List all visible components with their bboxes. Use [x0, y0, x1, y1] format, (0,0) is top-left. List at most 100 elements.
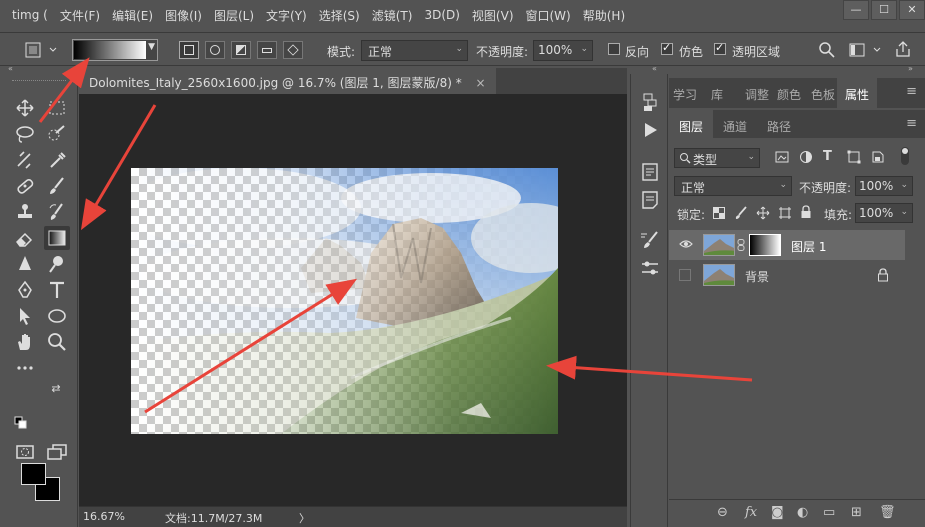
healing-brush-tool-icon[interactable]: [12, 174, 38, 198]
play-actions-icon[interactable]: [638, 118, 662, 142]
visibility-toggle[interactable]: [679, 269, 691, 281]
more-tools-icon[interactable]: [12, 356, 38, 380]
layer-fill-input[interactable]: 100% ⌄: [855, 203, 913, 223]
filter-smart-object-icon[interactable]: [871, 150, 885, 167]
screen-mode-icon[interactable]: [44, 440, 70, 464]
crop-tool-icon[interactable]: [12, 148, 38, 172]
filter-type-icon[interactable]: T: [823, 149, 832, 164]
adjustment-layer-icon[interactable]: ◐: [797, 505, 808, 520]
status-menu-arrow[interactable]: 〉: [299, 510, 310, 526]
tool-presets-icon[interactable]: [638, 256, 662, 280]
move-tool-icon[interactable]: [12, 96, 38, 120]
link-layers-icon[interactable]: ⊖: [717, 505, 728, 520]
menu-image[interactable]: 图像(I): [159, 7, 208, 24]
mode-select[interactable]: 正常 ⌄: [361, 40, 468, 61]
info-panel-icon[interactable]: [638, 160, 662, 184]
ellipse-tool-icon[interactable]: [44, 304, 70, 328]
lock-transparent-icon[interactable]: [713, 207, 725, 222]
layer-opacity-input[interactable]: 100% ⌄: [855, 176, 913, 196]
menu-file[interactable]: 文件(F): [54, 7, 106, 24]
reflected-gradient-button[interactable]: [257, 41, 277, 59]
minimize-button[interactable]: —: [843, 0, 869, 20]
tab-swatches[interactable]: 色板: [807, 78, 839, 108]
lock-pixels-icon[interactable]: [734, 206, 748, 223]
history-brush-tool-icon[interactable]: [44, 200, 70, 224]
tab-channels[interactable]: 通道: [715, 110, 755, 140]
layer-mask-thumbnail[interactable]: [749, 234, 781, 256]
collapse-left-icon[interactable]: «: [8, 64, 13, 73]
tab-adjustments[interactable]: 调整: [741, 78, 773, 108]
collapse-right-icon[interactable]: »: [908, 64, 913, 73]
blur-tool-icon[interactable]: [12, 252, 38, 276]
history-panel-icon[interactable]: [638, 90, 662, 114]
panel-menu-icon[interactable]: ≡: [906, 84, 917, 99]
zoom-tool-icon[interactable]: [44, 330, 70, 354]
pen-tool-icon[interactable]: [12, 278, 38, 302]
menu-view[interactable]: 视图(V): [466, 7, 520, 24]
share-icon[interactable]: [894, 40, 912, 61]
quick-selection-tool-icon[interactable]: [44, 122, 70, 146]
chevron-down-icon[interactable]: ▼: [148, 42, 155, 52]
menu-select[interactable]: 选择(S): [313, 7, 366, 24]
default-colors-icon[interactable]: [14, 416, 30, 432]
gradient-tool-icon[interactable]: [44, 226, 70, 250]
quick-mask-icon[interactable]: [12, 440, 38, 464]
menu-layer[interactable]: 图层(L): [208, 7, 260, 24]
menu-3d[interactable]: 3D(D): [418, 8, 465, 22]
layer-row[interactable]: 图层 1: [669, 230, 905, 260]
tab-paths[interactable]: 路径: [759, 110, 799, 140]
type-tool-icon[interactable]: [44, 278, 70, 302]
clone-stamp-tool-icon[interactable]: [12, 200, 38, 224]
filter-pixel-icon[interactable]: [775, 150, 789, 167]
tab-properties[interactable]: 属性: [837, 78, 877, 108]
foreground-color-swatch[interactable]: [21, 463, 46, 485]
menu-filter[interactable]: 滤镜(T): [366, 7, 419, 24]
path-selection-tool-icon[interactable]: [12, 304, 38, 328]
reverse-checkbox[interactable]: [608, 43, 620, 55]
tab-libraries[interactable]: 库: [705, 78, 729, 108]
collapse-mid-icon[interactable]: «: [652, 64, 657, 73]
lock-position-icon[interactable]: [756, 206, 770, 223]
add-mask-icon[interactable]: ◙: [771, 505, 784, 520]
lasso-tool-icon[interactable]: [12, 122, 38, 146]
notes-panel-icon[interactable]: [638, 188, 662, 212]
transparency-checkbox[interactable]: [714, 41, 726, 55]
new-layer-icon[interactable]: ⊞: [851, 505, 862, 520]
eyedropper-tool-icon[interactable]: [44, 148, 70, 172]
hand-tool-icon[interactable]: [12, 330, 38, 354]
angle-gradient-button[interactable]: [231, 41, 251, 59]
zoom-level[interactable]: 16.67%: [83, 510, 125, 523]
new-group-icon[interactable]: ▭: [823, 505, 835, 520]
layer-name[interactable]: 图层 1: [791, 238, 826, 255]
layer-filter-select[interactable]: 类型 ⌄: [674, 148, 760, 168]
filter-toggle[interactable]: [901, 147, 909, 165]
fx-icon[interactable]: fx: [745, 505, 757, 520]
workspace-icon[interactable]: [848, 41, 882, 62]
radial-gradient-button[interactable]: [205, 41, 225, 59]
layer-row[interactable]: 背景: [669, 260, 905, 290]
document-tab[interactable]: Dolomites_Italy_2560x1600.jpg @ 16.7% (图…: [79, 68, 496, 94]
gradient-editor-swatch[interactable]: ▼: [72, 39, 158, 61]
opacity-input[interactable]: 100% ⌄: [533, 40, 593, 61]
dither-checkbox[interactable]: [661, 41, 673, 55]
lock-all-icon[interactable]: [800, 205, 812, 222]
canvas-area[interactable]: [79, 94, 627, 506]
layers-menu-icon[interactable]: ≡: [906, 116, 917, 131]
linear-gradient-button[interactable]: [179, 41, 199, 59]
close-window-button[interactable]: ✕: [899, 0, 925, 20]
search-icon[interactable]: [818, 41, 836, 62]
brush-tool-icon[interactable]: [44, 174, 70, 198]
tab-learn[interactable]: 学习: [669, 78, 701, 108]
menu-edit[interactable]: 编辑(E): [106, 7, 159, 24]
close-icon[interactable]: ×: [476, 76, 486, 90]
dodge-tool-icon[interactable]: [44, 252, 70, 276]
swap-colors-icon[interactable]: ⇄: [48, 381, 64, 397]
eraser-tool-icon[interactable]: [12, 226, 38, 250]
layer-name[interactable]: 背景: [745, 268, 769, 285]
trash-icon[interactable]: 🗑: [879, 505, 896, 520]
tab-color[interactable]: 颜色: [773, 78, 805, 108]
menu-help[interactable]: 帮助(H): [577, 7, 631, 24]
maximize-button[interactable]: ☐: [871, 0, 897, 20]
filter-adjustment-icon[interactable]: [799, 150, 813, 167]
menu-window[interactable]: 窗口(W): [520, 7, 577, 24]
